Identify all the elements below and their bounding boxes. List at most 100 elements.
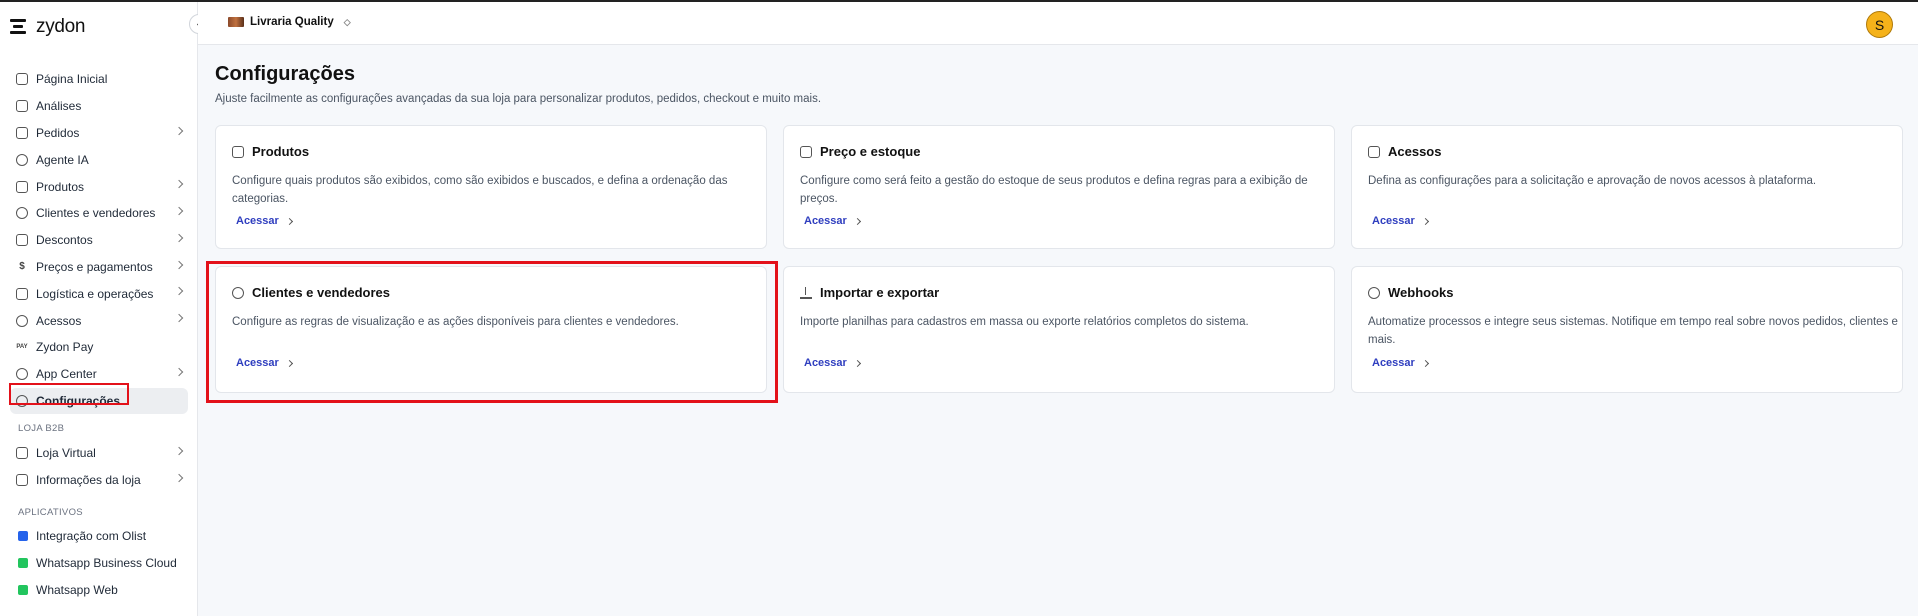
sidebar-item-label: Descontos	[36, 233, 93, 248]
card-title-text: Preço e estoque	[820, 144, 921, 159]
key-icon	[16, 314, 28, 327]
card-description: Importe planilhas para cadastros em mass…	[800, 316, 1249, 328]
store-name: Livraria Quality	[250, 16, 334, 28]
chevron-right-icon	[174, 233, 184, 243]
card-title-text: Acessos	[1388, 144, 1442, 159]
sidebar-item-analises[interactable]: Análises	[10, 93, 188, 120]
sidebar-item-pagina-inicial[interactable]: Página Inicial	[10, 66, 188, 93]
app-item-whatsapp-web[interactable]: Whatsapp Web	[18, 583, 118, 597]
chevron-right-icon	[174, 313, 184, 323]
whatsapp-icon	[18, 585, 28, 595]
cart-icon	[16, 126, 28, 139]
chevron-right-icon	[174, 367, 184, 377]
app-item-label: Whatsapp Web	[36, 583, 118, 597]
card-access-link[interactable]: Acessar	[804, 215, 861, 227]
card-preco-estoque[interactable]: Preço e estoque Configure como será feit…	[783, 125, 1335, 249]
card-access-link[interactable]: Acessar	[1372, 215, 1429, 227]
truck-icon	[800, 145, 812, 158]
webhook-icon	[1368, 286, 1380, 299]
users-icon	[16, 207, 28, 220]
sidebar-item-label: Acessos	[36, 313, 82, 328]
card-importar-exportar[interactable]: Importar e exportar Importe planilhas pa…	[783, 266, 1335, 393]
info-card-icon	[16, 474, 28, 487]
card-acessos[interactable]: Acessos Defina as configurações para a s…	[1351, 125, 1903, 249]
zydon-logo-icon	[10, 17, 30, 37]
card-title: Clientes e vendedores	[232, 285, 390, 300]
page-title: Configurações	[215, 63, 356, 85]
sidebar: zydon Página Inicial Análises Pedidos Ag…	[0, 2, 198, 616]
card-link-text: Acessar	[1372, 215, 1415, 227]
olist-icon	[18, 531, 28, 541]
card-link-text: Acessar	[1372, 357, 1415, 369]
dollar-icon: $	[19, 260, 25, 272]
section-title-loja-b2b: LOJA B2B	[18, 423, 65, 434]
card-description: Defina as configurações para a solicitaç…	[1368, 175, 1817, 187]
card-title: Preço e estoque	[800, 144, 920, 159]
chevron-right-icon	[174, 126, 184, 135]
sidebar-item-logistica[interactable]: Logística e operações	[10, 280, 188, 307]
chevron-right-icon	[174, 446, 184, 456]
card-link-text: Acessar	[236, 357, 279, 369]
card-title: Importar e exportar	[800, 285, 939, 300]
sidebar-item-acessos[interactable]: Acessos	[10, 307, 188, 334]
app-item-label: Integração com Olist	[36, 529, 147, 543]
bar-chart-icon	[16, 100, 28, 113]
card-description: Configure quais produtos são exibidos, c…	[232, 175, 728, 205]
sidebar-item-produtos[interactable]: Produtos	[10, 173, 188, 200]
logo-text: zydon	[36, 16, 86, 37]
sidebar-item-label: Informações da loja	[36, 473, 141, 488]
store-icon	[16, 447, 28, 460]
sidebar-item-label: Agente IA	[36, 152, 89, 167]
sidebar-item-descontos[interactable]: Descontos	[10, 227, 188, 254]
app-item-label: Whatsapp Business Cloud	[36, 556, 177, 570]
chevron-right-icon	[174, 260, 184, 269]
sidebar-item-agente-ia[interactable]: Agente IA	[10, 146, 188, 173]
selector-arrows-icon: ◇	[343, 16, 351, 27]
card-description: Configure as regras de visualização e as…	[232, 316, 679, 328]
sidebar-item-precos-pagamentos[interactable]: $ Preços e pagamentos	[10, 254, 188, 281]
sidebar-item-label: Clientes e vendedores	[36, 206, 156, 221]
box-icon	[16, 180, 28, 193]
pay-icon: PAY	[16, 344, 28, 351]
sidebar-b2b-nav: Loja Virtual Informações da loja	[10, 440, 188, 494]
chevron-right-icon	[174, 473, 184, 483]
sidebar-item-label: Configurações	[36, 393, 121, 408]
users-icon	[232, 286, 244, 299]
card-access-link[interactable]: Acessar	[236, 357, 293, 369]
sidebar-item-clientes-vendedores[interactable]: Clientes e vendedores	[10, 200, 188, 227]
sidebar-item-pedidos[interactable]: Pedidos	[10, 120, 188, 147]
chevron-right-icon	[285, 217, 293, 225]
chevron-right-icon	[853, 359, 861, 367]
card-produtos[interactable]: Produtos Configure quais produtos são ex…	[215, 125, 767, 249]
sidebar-item-configuracoes[interactable]: Configurações	[10, 387, 188, 415]
store-thumbnail-icon	[228, 17, 244, 27]
card-access-link[interactable]: Acessar	[1372, 357, 1429, 369]
card-webhooks[interactable]: Webhooks Automatize processos e integre …	[1351, 266, 1903, 393]
sidebar-item-label: App Center	[36, 367, 97, 382]
card-title-text: Importar e exportar	[820, 285, 940, 300]
store-selector[interactable]: Livraria Quality ◇	[228, 16, 351, 28]
card-title-text: Webhooks	[1388, 285, 1454, 300]
card-access-link[interactable]: Acessar	[236, 215, 293, 227]
top-header: Livraria Quality ◇ S	[198, 2, 1918, 45]
card-title: Produtos	[232, 144, 309, 159]
avatar[interactable]: S	[1866, 11, 1893, 38]
sidebar-item-zydon-pay[interactable]: PAY Zydon Pay	[10, 334, 188, 361]
card-title: Webhooks	[1368, 285, 1454, 300]
chevron-right-icon	[174, 287, 184, 296]
sidebar-item-informacoes-loja[interactable]: Informações da loja	[10, 467, 188, 494]
home-icon	[16, 73, 28, 86]
chevron-right-icon	[1421, 359, 1429, 367]
card-title-text: Clientes e vendedores	[252, 285, 390, 300]
sidebar-nav: Página Inicial Análises Pedidos Agente I…	[10, 66, 188, 415]
logo[interactable]: zydon	[10, 16, 86, 38]
card-access-link[interactable]: Acessar	[804, 357, 861, 369]
sidebar-item-app-center[interactable]: App Center	[10, 361, 188, 388]
sidebar-item-loja-virtual[interactable]: Loja Virtual	[10, 440, 188, 467]
download-icon	[800, 286, 812, 299]
app-item-olist[interactable]: Integração com Olist	[18, 529, 146, 543]
card-clientes-vendedores[interactable]: Clientes e vendedores Configure as regra…	[215, 266, 767, 393]
app-item-whatsapp-business[interactable]: Whatsapp Business Cloud	[18, 556, 177, 570]
card-link-text: Acessar	[804, 357, 847, 369]
whatsapp-icon	[18, 558, 28, 568]
